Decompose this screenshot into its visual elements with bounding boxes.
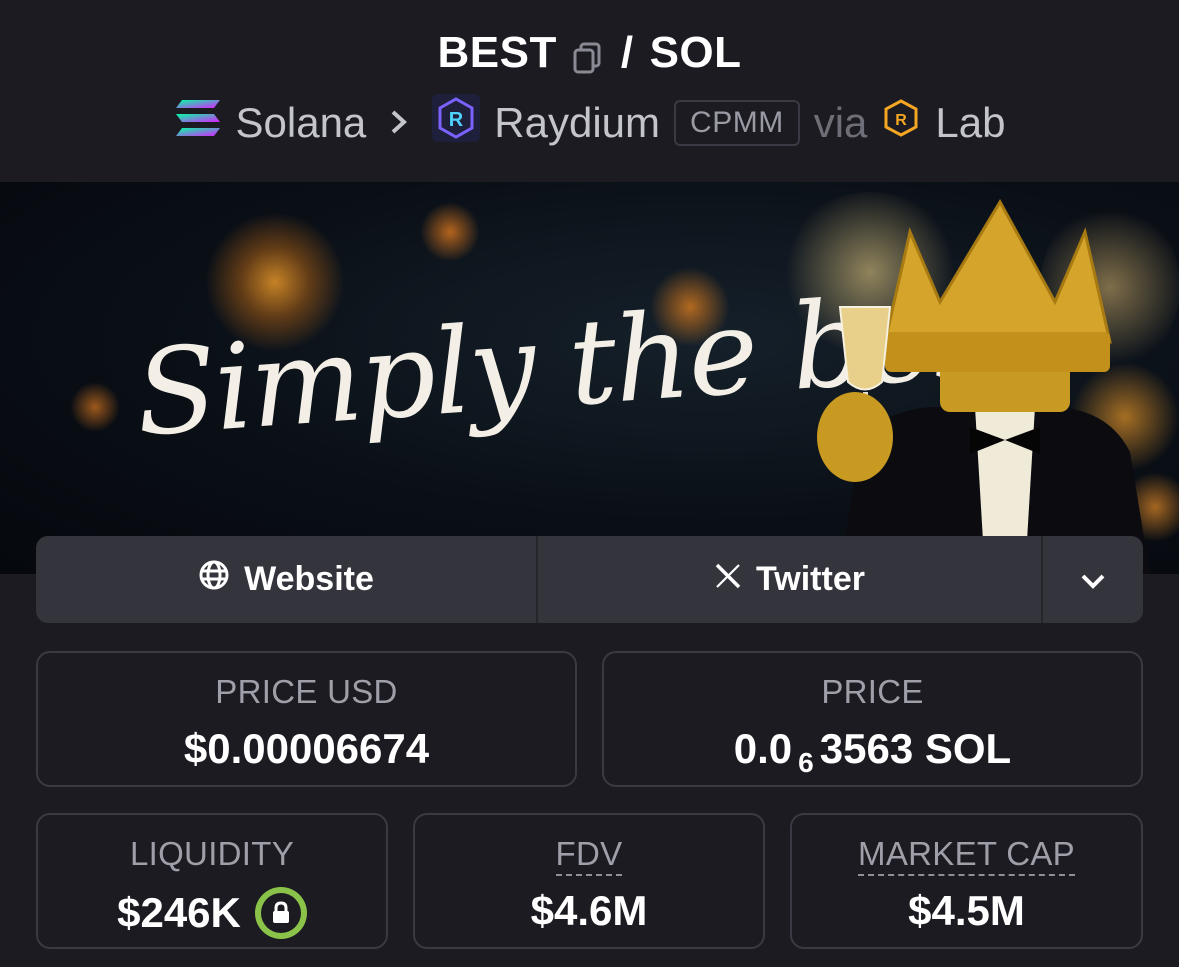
- chevron-right-icon: [388, 99, 410, 147]
- price-native-label: PRICE: [821, 673, 924, 710]
- liquidity-label: LIQUIDITY: [129, 835, 295, 872]
- twitter-button-label: Twitter: [756, 560, 865, 598]
- globe-icon: [198, 559, 230, 600]
- pair-breadcrumb: Solana R Raydium CPMM via R Lab: [0, 94, 1179, 152]
- twitter-button[interactable]: Twitter: [538, 536, 1043, 623]
- fdv-amount: $4.6M: [530, 887, 648, 934]
- fdv-label-text: FDV: [555, 835, 623, 876]
- pair-separator: /: [620, 28, 634, 77]
- fdv-card: FDV $4.6M: [413, 813, 765, 949]
- raydium-icon: R: [432, 94, 481, 152]
- price-usd-label: PRICE USD: [215, 673, 398, 710]
- price-native-card: PRICE 0.0 6 3563 SOL: [602, 651, 1143, 787]
- lab-icon: R: [881, 98, 921, 148]
- x-icon: [714, 560, 742, 599]
- firework-decoration: [420, 202, 480, 262]
- copy-icon[interactable]: [571, 36, 605, 74]
- launchpad-link[interactable]: Lab: [935, 99, 1005, 147]
- pool-type-badge: CPMM: [674, 100, 800, 146]
- price-usd-amount: $0.00006674: [183, 725, 430, 772]
- base-token-symbol: BEST: [437, 28, 557, 77]
- website-button[interactable]: Website: [36, 536, 538, 623]
- svg-text:R: R: [449, 109, 464, 131]
- svg-text:R: R: [896, 112, 908, 129]
- liquidity-value: $246K: [38, 887, 386, 939]
- solana-icon: [174, 98, 222, 148]
- market-cap-label[interactable]: MARKET CAP: [792, 835, 1141, 876]
- pair-title: BEST / SOL: [0, 28, 1179, 78]
- market-cap-label-text: MARKET CAP: [858, 835, 1075, 876]
- price-native-value: 0.0 6 3563 SOL: [604, 725, 1141, 778]
- liquidity-amount: $246K: [117, 889, 241, 936]
- via-label: via: [813, 99, 868, 146]
- market-cap-card: MARKET CAP $4.5M: [790, 813, 1143, 949]
- price-native-suffix: 3563 SOL: [819, 725, 1012, 772]
- crowned-mascot-illustration: [817, 198, 1150, 574]
- firework-decoration: [70, 382, 120, 432]
- more-links-dropdown[interactable]: [1043, 536, 1143, 623]
- liquidity-card: LIQUIDITY $246K: [36, 813, 388, 949]
- fdv-value: $4.6M: [415, 887, 763, 935]
- website-button-label: Website: [244, 560, 374, 598]
- dex-link[interactable]: Raydium: [494, 99, 660, 147]
- price-usd-value: $0.00006674: [38, 725, 575, 773]
- social-links-bar: Website Twitter: [36, 536, 1143, 623]
- price-native-prefix: 0.0: [733, 725, 793, 772]
- chain-link[interactable]: Solana: [236, 99, 367, 147]
- pair-header: BEST / SOL Solana R Raydium CPMM via R L…: [0, 0, 1179, 182]
- price-usd-card: PRICE USD $0.00006674: [36, 651, 577, 787]
- token-banner: Simply the best.: [0, 182, 1179, 574]
- chevron-down-icon: [1080, 560, 1106, 599]
- fdv-label[interactable]: FDV: [415, 835, 763, 876]
- market-cap-value: $4.5M: [792, 887, 1141, 935]
- lock-icon[interactable]: [254, 887, 307, 939]
- quote-token-symbol: SOL: [649, 28, 742, 77]
- price-native-zero-count: 6: [798, 747, 814, 778]
- market-cap-amount: $4.5M: [908, 887, 1025, 934]
